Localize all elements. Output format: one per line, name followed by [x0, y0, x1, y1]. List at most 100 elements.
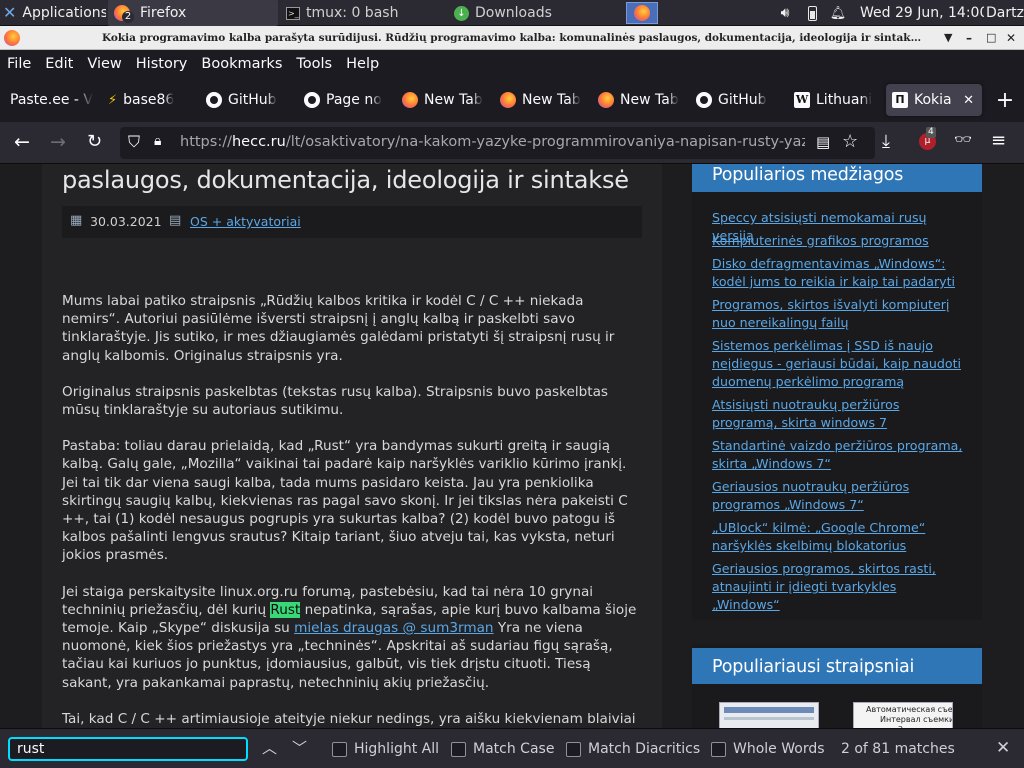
github-icon	[206, 92, 222, 108]
taskbar-downloads-label: Downloads	[475, 5, 552, 21]
reload-icon[interactable]: ↻	[87, 131, 102, 152]
applications-label: Applications	[22, 5, 106, 21]
terminal-icon: >_	[286, 6, 300, 20]
sidebar-link[interactable]: Disko defragmentavimas „Windows“: kodėl …	[712, 255, 967, 291]
checkbox-label: Highlight All	[354, 741, 440, 757]
sidebar-link[interactable]: Standartinė vaizdo peržiūros programa, s…	[712, 437, 967, 473]
menu-edit[interactable]: Edit	[45, 56, 73, 72]
sidebar-link[interactable]: Sistemos perkėlimas į SSD iš naujo neįdi…	[712, 337, 967, 391]
article-date: 30.03.2021	[90, 214, 162, 229]
article-thumbnail[interactable]: Автоматическая съемка Интервал съемки эк…	[853, 702, 953, 728]
tab-github-2[interactable]: GitHub	[690, 84, 784, 116]
article-thumbnail[interactable]	[719, 702, 819, 728]
notification-bell-icon[interactable]: 🔔︎	[826, 0, 850, 26]
article-category-link[interactable]: OS + aktyvatoriai	[190, 214, 301, 229]
url-domain: hecc.ru	[231, 134, 286, 150]
tab-new-tab-3[interactable]: New Tab	[592, 84, 686, 116]
taskbar-tmux-button[interactable]: >_ tmux: 0 bash	[280, 0, 448, 26]
article-title: paslaugos, dokumentacija, ideologija ir …	[62, 166, 629, 194]
tab-label: Kokia	[914, 92, 952, 108]
thumbnail-text: Интервал съемки экр	[880, 715, 953, 724]
tab-new-tab-1[interactable]: New Tab	[396, 84, 490, 116]
url-bar[interactable]: ⛉ 🔒︎ https://hecc.ru/lt/osaktivatory/na-…	[120, 127, 875, 159]
taskbar-downloads-button[interactable]: ↓ Downloads	[448, 0, 618, 26]
github-icon	[696, 92, 712, 108]
new-tab-plus-icon[interactable]: +	[990, 84, 1020, 116]
window-titlebar[interactable]: Kokia programavimo kalba parašyta surūdi…	[0, 26, 1024, 50]
checkbox-box[interactable]	[451, 741, 466, 757]
sidebar-link[interactable]: Geriausios nuotraukų peržiūros programos…	[712, 478, 967, 514]
menu-file[interactable]: File	[7, 56, 31, 72]
menu-tools[interactable]: Tools	[296, 56, 332, 72]
wikipedia-icon: W	[794, 92, 810, 108]
minimize-icon[interactable]: –	[966, 26, 972, 49]
navigation-bar: ← → ↻ ⛉ 🔒︎ https://hecc.ru/lt/osaktivato…	[0, 122, 1024, 164]
menu-help[interactable]: Help	[346, 56, 379, 72]
url-text: https://hecc.ru/lt/osaktivatory/na-kakom…	[180, 134, 805, 150]
checkbox-box[interactable]	[332, 741, 347, 757]
tab-github-1[interactable]: GitHub	[200, 84, 294, 116]
tab-base86[interactable]: ⚡ base86	[102, 84, 196, 116]
tab-lithuania[interactable]: W Lithuani	[788, 84, 882, 116]
tab-label: New Tab	[522, 92, 581, 108]
tracking-protection-shield-icon[interactable]: ⛉	[128, 132, 140, 152]
tab-label: Lithuani	[816, 92, 873, 108]
taskbar-firefox-launcher[interactable]	[626, 2, 658, 24]
bookmark-star-icon[interactable]: ☆	[842, 131, 858, 152]
volume-icon[interactable]: 🔊︎	[772, 0, 798, 26]
sidebar-link[interactable]: Programos, skirtos išvalyti kompiuterį n…	[712, 296, 967, 332]
close-findbar-icon[interactable]: ✕	[996, 738, 1010, 758]
clock[interactable]: Wed 29 Jun, 14:00	[854, 0, 984, 26]
category-icon: ▤	[169, 213, 182, 228]
tab-active-kokia[interactable]: Π Kokia ✕	[886, 84, 982, 116]
checkbox-label: Whole Words	[733, 741, 825, 757]
tab-paste[interactable]: Paste.ee - V	[4, 84, 98, 116]
battery-icon[interactable]	[800, 0, 824, 26]
match-case-checkbox[interactable]: Match Case	[451, 741, 554, 757]
sidebar-popular-articles: Populiariausi straipsniai Автоматическая…	[692, 644, 982, 728]
tab-label: Paste.ee - V	[10, 92, 93, 108]
checkbox-box[interactable]	[566, 741, 581, 757]
article-paragraph: Tai, kad C / C ++ artimiausioje ateityje…	[62, 710, 636, 727]
back-arrow-icon[interactable]: ←	[14, 131, 30, 153]
sidebar-link[interactable]: Atsisiųsti nuotraukų peržiūros programą,…	[712, 396, 967, 432]
lock-icon[interactable]: 🔒︎	[154, 133, 161, 149]
find-match-status: 2 of 81 matches	[841, 741, 955, 757]
sidebar-link[interactable]: Geriausios programos, skirtos rasti, atn…	[712, 560, 967, 614]
window-title: Kokia programavimo kalba parašyta surūdi…	[102, 32, 922, 44]
match-diacritics-checkbox[interactable]: Match Diacritics	[566, 741, 700, 757]
download-icon: ↓	[454, 5, 469, 21]
maximize-icon[interactable]: □	[986, 26, 996, 49]
window-menu-icon[interactable]: ▼	[944, 26, 952, 49]
find-input[interactable]: rust	[8, 737, 248, 761]
close-tab-icon[interactable]: ✕	[963, 93, 974, 108]
thumbnail-text: Автоматическая съемка	[866, 705, 953, 714]
article-link[interactable]: mielas draugas @ sum3rman	[294, 620, 493, 636]
taskbar-firefox-button[interactable]: 2 Firefox	[108, 0, 278, 26]
extension-mask-icon[interactable]: 👓︎	[954, 132, 972, 148]
hamburger-menu-icon[interactable]: ≡	[991, 130, 1006, 151]
applications-menu[interactable]: ✕ Applications	[0, 0, 106, 26]
article-meta: ▦ 30.03.2021 ▤ OS + aktyvatoriai	[62, 206, 642, 238]
tab-new-tab-2[interactable]: New Tab	[494, 84, 588, 116]
find-previous-chevron-icon[interactable]: ︿	[262, 737, 277, 758]
forward-arrow-icon[interactable]: →	[50, 131, 66, 153]
tab-page-not-found[interactable]: Page no	[298, 84, 392, 116]
close-window-icon[interactable]: ✕	[1006, 26, 1016, 49]
downloads-toolbar-icon[interactable]: ⤓	[882, 131, 890, 152]
sidebar-link[interactable]: „UBlock“ kilmė: „Google Chrome“ naršyklė…	[712, 519, 967, 555]
find-input-value: rust	[17, 741, 45, 757]
whole-words-checkbox[interactable]: Whole Words	[711, 741, 825, 757]
menu-bookmarks[interactable]: Bookmarks	[201, 56, 282, 72]
tab-label: GitHub	[228, 92, 277, 108]
reader-view-icon[interactable]: ▤	[816, 133, 830, 151]
user-menu[interactable]: Dartz	[982, 0, 1024, 26]
find-next-chevron-icon[interactable]: ﹀	[292, 737, 307, 758]
highlight-all-checkbox[interactable]: Highlight All	[332, 741, 439, 757]
article-paragraph: Originalus straipsnis paskelbtas (teksta…	[62, 383, 608, 419]
menu-history[interactable]: History	[136, 56, 188, 72]
tab-label: base86	[123, 92, 175, 108]
menu-view[interactable]: View	[87, 56, 121, 72]
checkbox-box[interactable]	[711, 741, 726, 757]
sidebar-link[interactable]: Kompiuterinės grafikos programos	[712, 232, 967, 250]
